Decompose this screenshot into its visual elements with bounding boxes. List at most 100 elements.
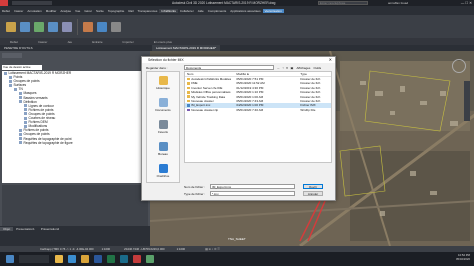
look-in-dropdown[interactable]: Documents: [184, 65, 274, 70]
ribbon-panel-labels: Début Insérer Jeu Extraire Importer En cours …: [0, 38, 474, 45]
ribbon-button-open-icon[interactable]: [6, 21, 16, 32]
panel-label-5[interactable]: En cours plus: [154, 40, 172, 44]
autocad-icon[interactable]: [132, 255, 141, 263]
window-controls[interactable]: — ☐ ✕: [461, 1, 472, 5]
taskbar-search[interactable]: [19, 255, 49, 263]
tree-node-icon: [19, 92, 22, 96]
toolspace-palette: Vue de dessin active Lotissement MACTARI…: [0, 51, 150, 232]
ribbon-tab-1[interactable]: Insérer: [12, 9, 25, 13]
tree-node-icon: [19, 132, 22, 136]
user-name[interactable]: amraffan fouad: [388, 1, 408, 5]
start-icon[interactable]: [5, 255, 14, 263]
ribbon-tab-3[interactable]: Modifier: [44, 9, 59, 13]
ribbon-button-sdf-icon[interactable]: [111, 21, 121, 32]
file-row[interactable]: Nouveau dossier.zip 05/01/2020 7:40 AM Win…: [185, 108, 331, 112]
ribbon-button-model-icon[interactable]: [20, 21, 30, 32]
panel-label-4[interactable]: Importer: [123, 40, 134, 44]
tree-node-icon: [19, 141, 22, 145]
up-folder-icon[interactable]: ↑: [282, 66, 284, 70]
views-menu[interactable]: Affichages: [296, 66, 310, 70]
column-modified[interactable]: Modifié le: [236, 72, 280, 76]
word-icon[interactable]: [93, 255, 102, 263]
status-scale[interactable]: 1:1000: [177, 247, 186, 251]
toolspace-title: PENETRE D'OUTILS: [4, 46, 33, 50]
panel-label-3[interactable]: Extraire: [92, 40, 102, 44]
search-input[interactable]: Entrez mot-clé/phrase: [318, 1, 368, 5]
column-name[interactable]: Nom: [185, 72, 236, 76]
ribbon-tab-9[interactable]: Rail: [126, 9, 135, 13]
filename-input[interactable]: IM_Export.imx: [210, 184, 295, 189]
map-label: TNA_SHEET: [228, 237, 246, 241]
onedrive-icon: [158, 164, 168, 173]
ribbon-tab-16[interactable]: Vectorisation: [262, 8, 284, 13]
place-item[interactable]: Favoris: [147, 116, 179, 138]
navigation-bar[interactable]: [464, 81, 470, 121]
ribbon-tab-0[interactable]: Début: [0, 9, 12, 13]
panel-label-0[interactable]: Début: [10, 40, 18, 44]
place-label: Favoris: [158, 130, 168, 134]
tree-node-icon: [9, 83, 12, 87]
new-folder-icon[interactable]: ▣: [290, 66, 293, 70]
status-readout: Z4446.7446 - H5709.6226,0.000: [124, 247, 165, 251]
place-label: Bureau: [158, 152, 168, 156]
excel-icon[interactable]: [106, 255, 115, 263]
ribbon-tab-12[interactable]: Collaborer: [178, 9, 196, 13]
cancel-button[interactable]: Annuler: [303, 191, 323, 196]
delete-icon[interactable]: ✕: [286, 66, 289, 70]
quick-access-toolbar[interactable]: [12, 1, 52, 5]
ribbon-tab-6[interactable]: Gérer: [82, 9, 94, 13]
desktop-icon: [158, 142, 168, 151]
open-button[interactable]: Ouvrir: [303, 184, 323, 189]
filetype-dropdown[interactable]: *.imx: [210, 191, 295, 196]
ribbon-tab-4[interactable]: Analyse: [58, 9, 73, 13]
infraworks-icon[interactable]: [145, 255, 154, 263]
file-explorer-icon[interactable]: [54, 255, 63, 263]
ribbon-button-export-icon[interactable]: [34, 21, 44, 32]
windows-taskbar: 10:52 PM 05/02/2020: [0, 252, 474, 266]
ribbon-button-import-icon[interactable]: [48, 21, 58, 32]
place-label: OneDrive: [156, 174, 170, 178]
status-zoom[interactable]: 1:1000: [102, 247, 111, 251]
status-tools[interactable]: ▦ ⊕ ⌖ ⚙ ☰: [205, 247, 220, 251]
ribbon-button-publish-icon[interactable]: [83, 21, 93, 32]
browser-icon[interactable]: [67, 255, 76, 263]
place-label: Documents: [155, 108, 171, 112]
ribbon-button-sync-icon[interactable]: [62, 21, 72, 32]
ribbon-tab-8[interactable]: Topographie: [106, 9, 127, 13]
tools-menu[interactable]: Outils: [313, 66, 321, 70]
place-item[interactable]: Historique: [147, 72, 179, 94]
column-type[interactable]: Type: [300, 72, 331, 76]
tree-item[interactable]: Requêtes de topographie de figure: [2, 141, 148, 145]
civil3d-icon[interactable]: [119, 255, 128, 263]
ribbon-tab-7[interactable]: Sortie: [94, 9, 106, 13]
ribbon-tab-2[interactable]: Annotation: [25, 9, 43, 13]
back-icon[interactable]: ←: [277, 66, 280, 70]
place-item[interactable]: Documents: [147, 94, 179, 116]
taskbar-date[interactable]: 05/02/2020: [456, 257, 470, 261]
layout-tab-1[interactable]: Présentation1: [13, 227, 38, 231]
tree-node-icon: [24, 112, 27, 116]
viewcube[interactable]: [452, 59, 466, 73]
ribbon-button-imx-icon[interactable]: [97, 21, 107, 32]
toolspace-toolbar[interactable]: [2, 53, 22, 58]
layout-tab-0[interactable]: Objet: [0, 227, 14, 231]
place-item[interactable]: OneDrive: [147, 160, 179, 182]
ribbon-tab-14[interactable]: Compléments: [206, 9, 229, 13]
ribbon-tab-10[interactable]: Transparences: [136, 9, 160, 13]
folder-icon: [187, 86, 190, 90]
tree-node-icon: [19, 100, 22, 104]
chrome-icon[interactable]: [80, 255, 89, 263]
ribbon-tab-11[interactable]: InfraWorks: [159, 8, 178, 13]
close-icon[interactable]: ✕: [329, 57, 332, 63]
ribbon-tab-5[interactable]: Vue: [73, 9, 82, 13]
panel-label-2[interactable]: Jeu: [67, 40, 72, 44]
view-dropdown[interactable]: Vue de dessin active: [2, 65, 42, 70]
ribbon-tab-15[interactable]: Applications associées: [228, 9, 262, 13]
layout-tab-2[interactable]: Présentation2: [38, 227, 63, 231]
file-open-dialog: Sélection du fichier IMX ✕ Regarder dans…: [141, 56, 336, 201]
folder-icon: [187, 82, 190, 85]
ribbon-tab-13[interactable]: Aide: [196, 9, 206, 13]
panel-label-1[interactable]: Insérer: [38, 40, 47, 44]
place-item[interactable]: Bureau: [147, 138, 179, 160]
tree-node-icon: [24, 108, 27, 112]
